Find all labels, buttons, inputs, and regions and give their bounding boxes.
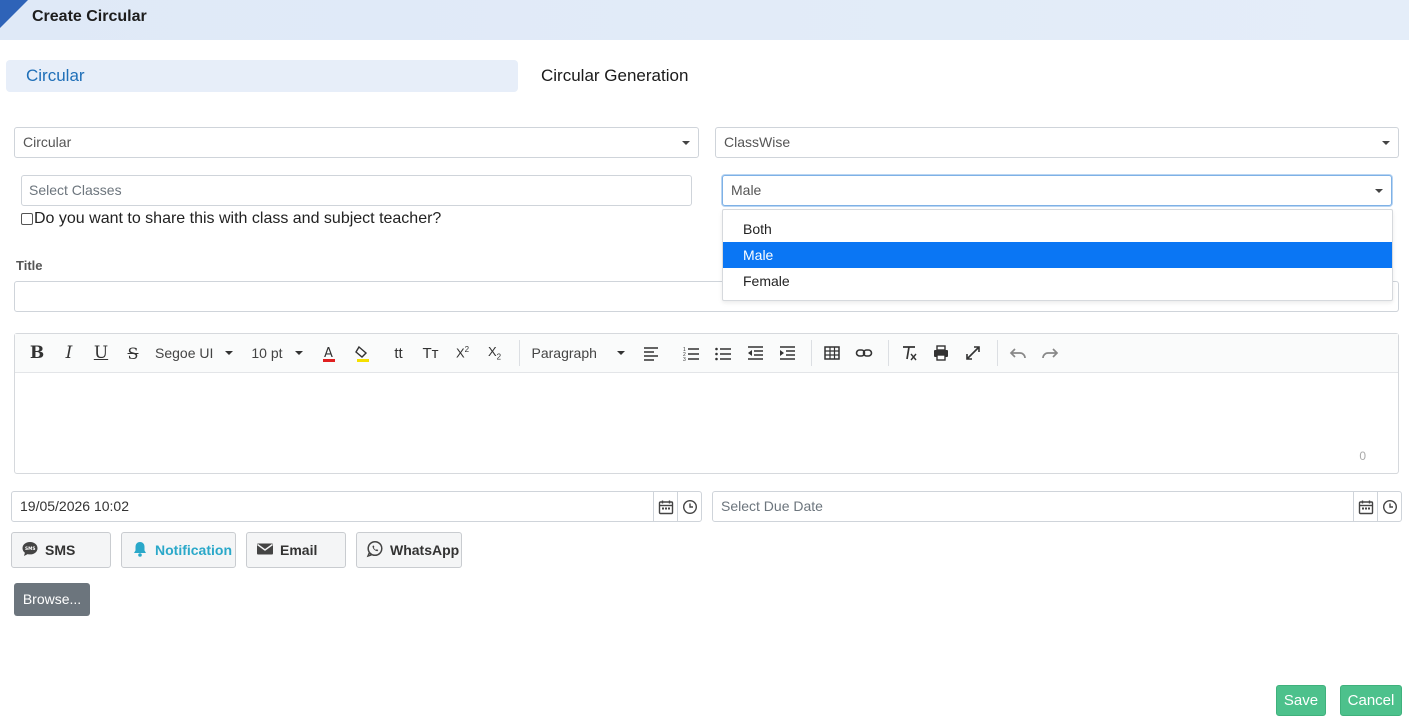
font-size-dropdown[interactable]: 10 pt — [251, 340, 303, 366]
font-family-value: Segoe UI — [155, 345, 214, 361]
italic-icon[interactable]: I — [55, 340, 83, 366]
calendar-icon[interactable] — [1353, 492, 1377, 521]
calendar-icon[interactable] — [653, 492, 677, 521]
whatsapp-icon — [366, 540, 384, 561]
gender-dropdown-list: Both Male Female — [722, 209, 1393, 301]
bullet-list-icon[interactable] — [709, 340, 737, 366]
bold-icon[interactable]: B — [23, 340, 51, 366]
align-left-icon[interactable] — [641, 340, 661, 366]
toolbar-divider — [518, 340, 520, 366]
gender-option-male[interactable]: Male — [723, 242, 1392, 268]
clock-icon[interactable] — [1377, 492, 1401, 521]
share-teacher-checkbox[interactable] — [21, 213, 33, 225]
email-button[interactable]: Email — [246, 532, 346, 568]
share-teacher-label: Do you want to share this with class and… — [34, 210, 442, 227]
save-button[interactable]: Save — [1276, 685, 1326, 716]
clock-icon[interactable] — [677, 492, 701, 521]
circular-type-value: Circular — [23, 134, 72, 150]
browse-file-button[interactable]: Browse... — [14, 583, 90, 616]
whatsapp-button[interactable]: WhatsApp — [356, 532, 462, 568]
chevron-down-icon — [1382, 141, 1390, 145]
block-format-value: Paragraph — [531, 345, 597, 361]
font-size-value: 10 pt — [251, 345, 283, 361]
gender-value: Male — [731, 182, 762, 198]
bell-icon — [131, 540, 149, 561]
ordered-list-icon[interactable]: 123 — [677, 340, 705, 366]
publish-date-value: 19/05/2026 10:02 — [20, 498, 129, 514]
redo-icon[interactable] — [1036, 340, 1064, 366]
svg-text:3: 3 — [683, 357, 686, 362]
indent-icon[interactable] — [773, 340, 801, 366]
editor-content-area[interactable] — [15, 373, 1398, 472]
text-color-icon[interactable]: A — [319, 340, 339, 366]
chevron-down-icon — [225, 351, 234, 355]
due-date-placeholder: Select Due Date — [721, 498, 823, 514]
clear-formatting-icon[interactable] — [895, 340, 923, 366]
svg-text:SMS: SMS — [25, 546, 35, 552]
lowercase-icon[interactable]: tt — [385, 340, 413, 366]
svg-text:A: A — [324, 346, 333, 361]
link-icon[interactable] — [850, 340, 878, 366]
page-header: Create Circular — [0, 0, 1409, 40]
title-label: Title — [16, 258, 43, 273]
toolbar-divider — [996, 340, 998, 366]
undo-icon[interactable] — [1004, 340, 1032, 366]
toolbar-divider — [810, 340, 812, 366]
share-teacher-row: Do you want to share this with class and… — [21, 210, 441, 228]
font-family-dropdown[interactable]: Segoe UI — [155, 340, 234, 366]
sms-button[interactable]: SMS SMS — [11, 532, 111, 568]
uppercase-icon[interactable]: Tт — [417, 340, 445, 366]
editor-toolbar: B I U S Segoe UI 10 pt A tt Tт X2 X2 Par… — [15, 334, 1398, 373]
sms-icon: SMS — [21, 540, 39, 561]
email-label: Email — [280, 542, 318, 558]
fullscreen-icon[interactable] — [959, 340, 987, 366]
cancel-button[interactable]: Cancel — [1340, 685, 1402, 716]
scope-select[interactable]: ClassWise — [715, 127, 1399, 158]
gender-option-both[interactable]: Both — [723, 216, 1392, 242]
chevron-down-icon — [682, 141, 690, 145]
chevron-down-icon — [1375, 189, 1383, 193]
print-icon[interactable] — [927, 340, 955, 366]
circular-type-select[interactable]: Circular — [14, 127, 699, 158]
toolbar-divider — [887, 340, 889, 366]
table-icon[interactable] — [818, 340, 846, 366]
select-classes-input[interactable]: Select Classes — [21, 175, 692, 206]
due-date-input[interactable]: Select Due Date — [712, 491, 1402, 522]
notification-label: Notification — [155, 542, 232, 558]
scope-value: ClassWise — [724, 134, 791, 150]
envelope-icon — [256, 540, 274, 561]
sms-label: SMS — [45, 542, 76, 558]
rich-text-editor: B I U S Segoe UI 10 pt A tt Tт X2 X2 Par… — [14, 333, 1399, 474]
chevron-down-icon — [616, 351, 625, 355]
underline-icon[interactable]: U — [87, 340, 115, 366]
character-count: 0 — [1359, 449, 1366, 463]
outdent-icon[interactable] — [741, 340, 769, 366]
whatsapp-label: WhatsApp — [390, 542, 460, 558]
superscript-icon[interactable]: X2 — [449, 340, 477, 366]
tab-circular-generation[interactable]: Circular Generation — [541, 60, 688, 92]
highlight-color-icon[interactable] — [353, 340, 373, 366]
select-classes-placeholder: Select Classes — [29, 182, 122, 198]
strikethrough-icon[interactable]: S — [119, 340, 147, 366]
subscript-icon[interactable]: X2 — [481, 340, 509, 366]
block-format-dropdown[interactable]: Paragraph — [532, 340, 625, 366]
gender-option-female[interactable]: Female — [723, 268, 1392, 294]
tab-circular[interactable]: Circular — [6, 60, 518, 92]
publish-date-input[interactable]: 19/05/2026 10:02 — [11, 491, 702, 522]
page-title: Create Circular — [32, 8, 147, 25]
gender-select[interactable]: Male — [722, 175, 1392, 206]
chevron-down-icon — [294, 351, 303, 355]
header-corner-accent — [0, 0, 28, 28]
notification-button[interactable]: Notification — [121, 532, 236, 568]
